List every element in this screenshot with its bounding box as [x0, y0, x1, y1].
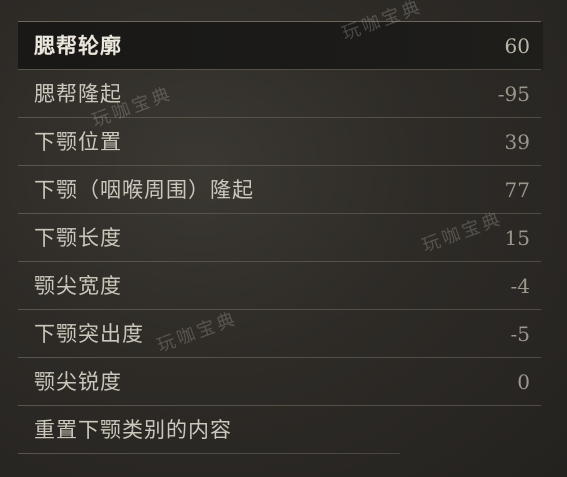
slider-row-cheek-contour[interactable]: 腮帮轮廓 60 — [18, 22, 543, 70]
row-value: 15 — [504, 226, 530, 250]
slider-row-chin-sharpness[interactable]: 颚尖锐度 0 — [18, 358, 543, 406]
slider-row-jaw-position[interactable]: 下颚位置 39 — [18, 118, 543, 166]
row-value: 39 — [504, 130, 530, 154]
slider-row-jaw-length[interactable]: 下颚长度 15 — [18, 214, 543, 262]
row-label: 颚尖宽度 — [34, 274, 122, 298]
reset-label: 重置下颚类别的内容 — [34, 418, 232, 442]
row-value: 0 — [517, 370, 530, 394]
row-divider — [18, 453, 400, 454]
reset-jaw-category-button[interactable]: 重置下颚类别的内容 — [18, 406, 543, 454]
slider-row-chin-width[interactable]: 颚尖宽度 -4 — [18, 262, 543, 310]
slider-row-jaw-prominence[interactable]: 下颚突出度 -5 — [18, 310, 543, 358]
row-label: 下颚（咽喉周围）隆起 — [34, 178, 254, 202]
slider-row-cheek-protrusion[interactable]: 腮帮隆起 -95 — [18, 70, 543, 118]
row-label: 颚尖锐度 — [34, 370, 122, 394]
row-value: 77 — [504, 178, 530, 202]
row-value: -5 — [510, 322, 530, 346]
row-label: 腮帮隆起 — [34, 82, 122, 106]
row-label: 腮帮轮廓 — [34, 33, 122, 58]
row-label: 下颚突出度 — [34, 322, 144, 346]
row-value: 60 — [504, 34, 530, 58]
row-label: 下颚长度 — [34, 226, 122, 250]
row-label: 下颚位置 — [34, 130, 122, 154]
slider-row-throat-protrusion[interactable]: 下颚（咽喉周围）隆起 77 — [18, 166, 543, 214]
row-value: -4 — [510, 274, 530, 298]
jaw-settings-panel: 腮帮轮廓 60 腮帮隆起 -95 下颚位置 39 下颚（咽喉周围）隆起 77 下… — [0, 0, 567, 477]
row-value: -95 — [497, 82, 530, 106]
